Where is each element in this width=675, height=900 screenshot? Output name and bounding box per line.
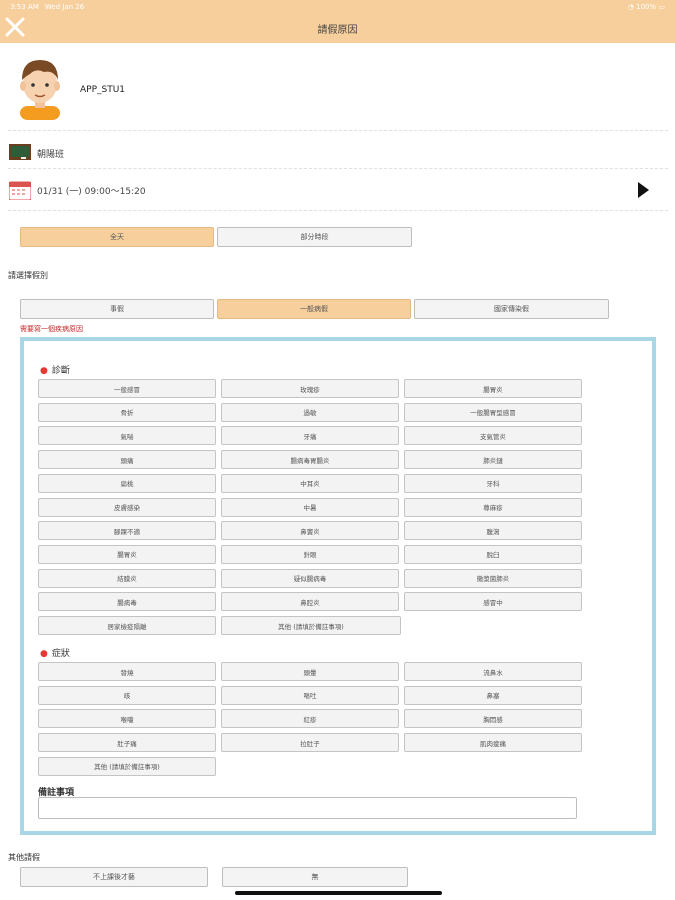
wifi-icon: ◔ bbox=[627, 3, 634, 11]
diagnosis-option[interactable]: 腸病毒 bbox=[38, 592, 216, 612]
play-arrow-icon[interactable] bbox=[638, 182, 649, 198]
diagnosis-option[interactable]: 中耳炎 bbox=[221, 473, 399, 493]
symptom-option[interactable]: 咳 bbox=[38, 685, 216, 705]
leave-type-label: 請選擇假別 bbox=[8, 271, 48, 280]
leave-type-personal[interactable]: 事假 bbox=[20, 299, 214, 319]
diagnosis-option[interactable]: 中暑 bbox=[221, 497, 399, 517]
diagnosis-option[interactable]: 針眼 bbox=[221, 544, 399, 564]
diagnosis-option[interactable]: 黴漿菌肺炎 bbox=[404, 568, 582, 588]
diagnosis-option[interactable]: 腸胃炎 bbox=[38, 544, 216, 564]
username: APP_STU1 bbox=[80, 85, 126, 95]
class-name: 朝陽班 bbox=[37, 150, 65, 160]
leave-type-sick[interactable]: 一般病假 bbox=[217, 299, 411, 319]
diagnosis-option[interactable]: 其他 (請填於備註事項) bbox=[221, 616, 401, 635]
status-right: ◔ 100% ▭ bbox=[628, 3, 665, 11]
symptom-option[interactable]: 胸悶感 bbox=[404, 709, 582, 729]
diagnosis-option[interactable]: 腳踝不適 bbox=[38, 521, 216, 541]
diagnosis-option[interactable]: 肺炎鏈 bbox=[404, 450, 582, 470]
chalkboard-icon bbox=[9, 144, 31, 160]
diagnosis-option[interactable]: 腹瀉 bbox=[404, 521, 582, 541]
avatar bbox=[20, 60, 60, 120]
diagnosis-option[interactable]: 鼻竇炎 bbox=[221, 521, 399, 541]
symptom-option[interactable]: 頭暈 bbox=[221, 662, 399, 681]
nav-bar: 請假原因 bbox=[0, 14, 675, 43]
diagnosis-option[interactable]: 居家檢疫隔離 bbox=[38, 616, 216, 635]
diagnosis-option[interactable]: 疑似腸病毒 bbox=[221, 568, 399, 588]
warning-text: 需要寫一個疾病原因 bbox=[20, 325, 83, 333]
status-battery: 100% bbox=[636, 3, 657, 11]
diagnosis-option[interactable]: 頭痛 bbox=[38, 450, 216, 470]
divider bbox=[8, 130, 668, 131]
diagnosis-option[interactable]: 結膜炎 bbox=[38, 568, 216, 588]
diagnosis-option[interactable]: 腸胃炎 bbox=[404, 379, 582, 398]
required-dot-icon: ● bbox=[40, 649, 48, 659]
status-time: 3:53 AM bbox=[10, 3, 39, 11]
other-leave-label: 其他請假 bbox=[8, 853, 40, 862]
diagnosis-option[interactable]: 玫瑰疹 bbox=[221, 379, 399, 398]
full-day-button[interactable]: 全天 bbox=[20, 227, 214, 247]
other-leave-no-afterschool[interactable]: 不上課後才藝 bbox=[20, 867, 208, 887]
diagnosis-option[interactable]: 支氣管炎 bbox=[404, 426, 582, 446]
symptom-option[interactable]: 發燒 bbox=[38, 662, 216, 681]
symptom-option[interactable]: 鼻塞 bbox=[404, 685, 582, 705]
diagnosis-option[interactable]: 氣喘 bbox=[38, 426, 216, 446]
required-dot-icon: ● bbox=[40, 366, 48, 376]
diagnosis-option[interactable]: 骨折 bbox=[38, 402, 216, 422]
diagnosis-option[interactable]: 扁桃 bbox=[38, 473, 216, 493]
symptom-option[interactable]: 肚子痛 bbox=[38, 733, 216, 753]
other-leave-none[interactable]: 無 bbox=[222, 867, 408, 887]
leave-datetime: 01/31 (一) 09:00～15:20 bbox=[37, 187, 146, 197]
diagnosis-option[interactable]: 鼻腔炎 bbox=[221, 592, 399, 612]
symptoms-section-title: ● 症狀 bbox=[40, 646, 70, 659]
diagnosis-option[interactable]: 皮膚感染 bbox=[38, 497, 216, 517]
diagnosis-option[interactable]: 感冒中 bbox=[404, 592, 582, 612]
battery-icon: ▭ bbox=[658, 3, 665, 11]
partial-time-button[interactable]: 部分時段 bbox=[217, 227, 412, 247]
diagnosis-option[interactable]: 脫臼 bbox=[404, 544, 582, 564]
diagnosis-section-title: ● 診斷 bbox=[40, 363, 70, 376]
home-indicator bbox=[235, 891, 442, 895]
symptom-option[interactable]: 肌肉痠痛 bbox=[404, 733, 582, 753]
diagnosis-title: 診斷 bbox=[51, 366, 70, 376]
diagnosis-option[interactable]: 一般感冒 bbox=[38, 379, 216, 398]
diagnosis-option[interactable]: 牙痛 bbox=[221, 426, 399, 446]
status-bar: 3:53 AM Wed Jan 26 ◔ 100% ▭ bbox=[0, 0, 675, 14]
leave-type-epidemic[interactable]: 國家傳染假 bbox=[414, 299, 609, 319]
diagnosis-option[interactable]: 蕁麻疹 bbox=[404, 497, 582, 517]
notes-input[interactable] bbox=[38, 797, 577, 819]
symptoms-title: 症狀 bbox=[51, 649, 70, 659]
diagnosis-option[interactable]: 腸病毒胃腸炎 bbox=[221, 450, 399, 470]
divider bbox=[8, 210, 668, 211]
page-title: 請假原因 bbox=[317, 25, 358, 36]
symptom-option[interactable]: 拉肚子 bbox=[221, 733, 399, 753]
status-date: Wed Jan 26 bbox=[44, 3, 85, 11]
diagnosis-option[interactable]: 過敏 bbox=[221, 402, 399, 422]
symptom-option[interactable]: 嘔吐 bbox=[221, 685, 399, 705]
symptom-option[interactable]: 流鼻水 bbox=[404, 662, 582, 681]
diagnosis-option[interactable]: 一般腸胃型感冒 bbox=[404, 402, 582, 422]
calendar-icon bbox=[9, 181, 31, 200]
symptom-option[interactable]: 其他 (請填於備註事項) bbox=[38, 756, 216, 776]
symptom-option[interactable]: 喉嚨 bbox=[38, 709, 216, 729]
divider bbox=[8, 168, 668, 169]
symptom-option[interactable]: 紅疹 bbox=[221, 709, 399, 729]
diagnosis-option[interactable]: 牙科 bbox=[404, 473, 582, 493]
